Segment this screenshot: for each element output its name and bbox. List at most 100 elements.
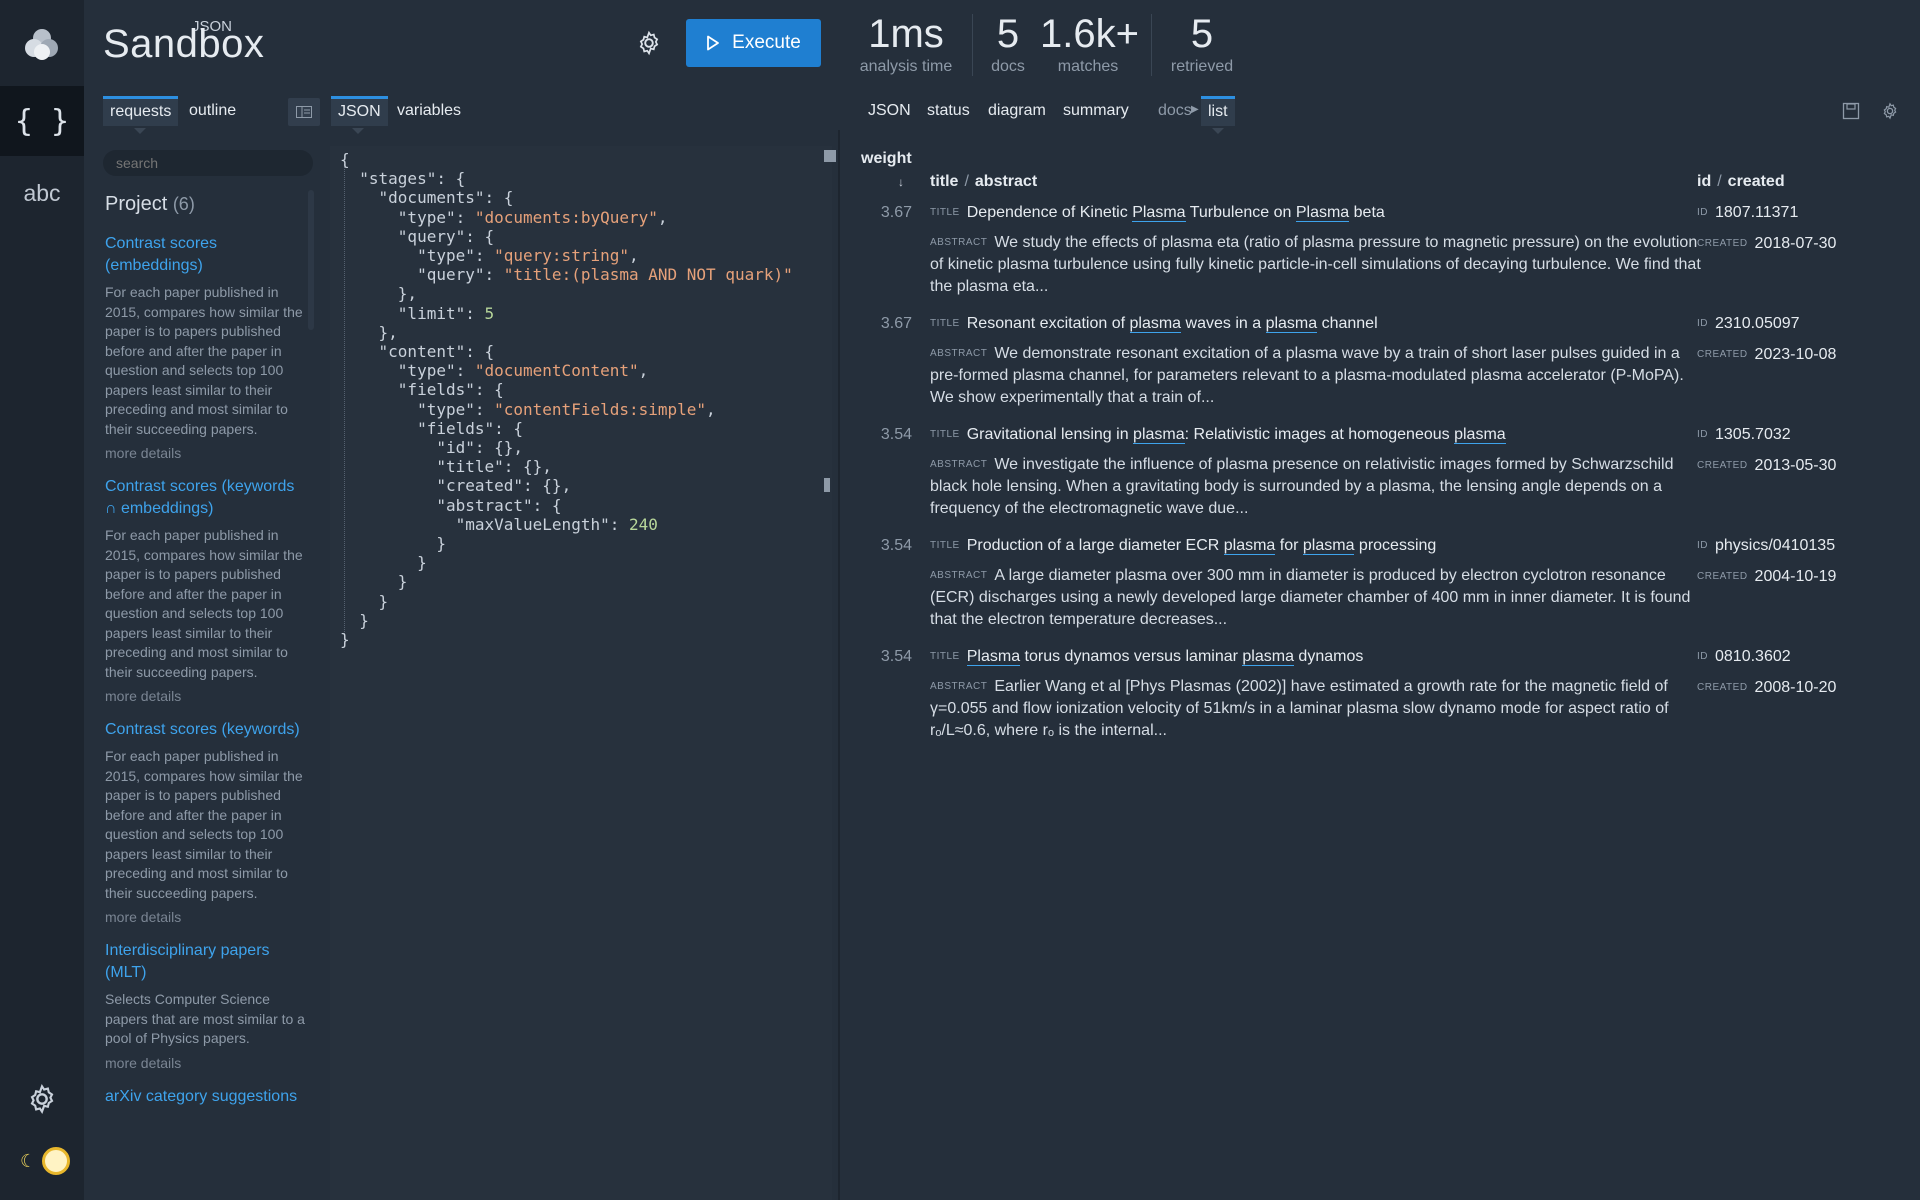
project-item-title[interactable]: Contrast scores (keywords) [105, 719, 305, 741]
stat-label: matches [1057, 58, 1119, 75]
result-abstract: ABSTRACT We investigate the influence of … [930, 456, 1674, 517]
result-id: ID 2310.05097 [1697, 315, 1800, 332]
match-highlight: plasma [1133, 426, 1185, 444]
project-item: arXiv category suggestions [105, 1086, 305, 1108]
play-icon [707, 35, 720, 51]
col-weight[interactable]: weight [861, 150, 912, 168]
stat-value: 1ms [868, 12, 944, 56]
app-rail: { } abc ☾ [0, 0, 84, 1200]
abstract-label: ABSTRACT [930, 570, 988, 581]
col-title-abstract[interactable]: title / abstract [930, 173, 1037, 191]
project-item-desc: Selects Computer Science papers that are… [105, 991, 305, 1046]
tab-pointer [1212, 128, 1224, 134]
result-title: TITLE Production of a large diameter ECR … [930, 537, 1437, 555]
stat-label: retrieved [1170, 58, 1234, 75]
project-item-title[interactable]: Interdisciplinary papers (MLT) [105, 940, 305, 984]
id-label: ID [1697, 207, 1708, 218]
result-id: ID 0810.3602 [1697, 648, 1791, 665]
stat-label: docs [991, 58, 1025, 75]
results-settings-icon[interactable] [1881, 102, 1899, 120]
col-id-created[interactable]: id / created [1697, 173, 1785, 191]
title-label: TITLE [930, 207, 960, 218]
tab-list[interactable]: list [1201, 96, 1235, 126]
panel-toggle[interactable] [288, 98, 320, 126]
result-abstract: ABSTRACT A large diameter plasma over 300… [930, 567, 1691, 628]
app-logo[interactable] [0, 0, 84, 88]
result-abstract: ABSTRACT We study the effects of plasma e… [930, 234, 1701, 295]
stat-docs: 5 docs [983, 12, 1033, 76]
result-title: TITLE Gravitational lensing in plasma: Re… [930, 426, 1506, 444]
editor-fold-marker [824, 150, 836, 162]
stat-divider [972, 14, 973, 76]
more-details-link[interactable]: more details [105, 1055, 305, 1071]
tab-result-json[interactable]: JSON [861, 96, 918, 126]
tab-docs[interactable]: docs [1151, 96, 1192, 126]
project-item-desc: For each paper published in 2015, compar… [105, 284, 303, 437]
settings-gear-icon[interactable] [636, 30, 662, 56]
id-label: ID [1697, 318, 1708, 329]
tab-pointer [134, 128, 146, 134]
rail-text-sandbox[interactable]: abc [0, 158, 84, 228]
result-created: CREATED 2013-05-30 [1697, 457, 1837, 474]
title-label: TITLE [930, 429, 960, 440]
result-created: CREATED 2023-10-08 [1697, 346, 1837, 363]
tab-status[interactable]: status [920, 96, 977, 126]
project-item-title[interactable]: Contrast scores (keywords ∩ embeddings) [105, 476, 305, 520]
result-created: CREATED 2004-10-19 [1697, 568, 1837, 585]
match-highlight: plasma [1302, 537, 1355, 555]
project-item-title[interactable]: arXiv category suggestions [105, 1086, 305, 1108]
result-id: ID physics/0410135 [1697, 537, 1836, 554]
match-highlight: plasma [1129, 315, 1182, 333]
result-abstract: ABSTRACT We demonstrate resonant excitati… [930, 345, 1684, 406]
execute-label: Execute [732, 32, 801, 53]
tab-diagram[interactable]: diagram [981, 96, 1053, 126]
project-item: Contrast scores (keywords) For each pape… [105, 719, 305, 925]
title-label: TITLE [930, 318, 960, 329]
tab-summary[interactable]: summary [1056, 96, 1136, 126]
theme-toggle[interactable]: ☾ [20, 1147, 71, 1175]
project-title: Project (6) [105, 193, 195, 216]
tab-variables[interactable]: variables [390, 96, 468, 126]
abstract-label: ABSTRACT [930, 237, 988, 248]
sort-desc-icon: ↓ [898, 175, 904, 189]
match-highlight: plasma [1454, 426, 1506, 444]
project-item-desc: For each paper published in 2015, compar… [105, 748, 303, 901]
gear-icon[interactable] [26, 1083, 58, 1115]
project-label: Project [105, 193, 168, 215]
match-highlight: Plasma [966, 648, 1021, 666]
save-icon[interactable] [1842, 102, 1860, 120]
match-highlight: plasma [1242, 648, 1294, 666]
stat-matches: 1.6k+ matches [1040, 12, 1139, 76]
project-item-desc: For each paper published in 2015, compar… [105, 527, 303, 680]
project-item: Contrast scores (embeddings) For each pa… [105, 233, 305, 461]
match-highlight: plasma [1223, 537, 1276, 555]
result-weight: 3.67 [880, 204, 912, 221]
match-highlight: plasma [1265, 315, 1318, 333]
tab-outline[interactable]: outline [182, 96, 243, 126]
stat-divider [1151, 14, 1152, 76]
abstract-label: ABSTRACT [930, 681, 988, 692]
more-details-link[interactable]: more details [105, 909, 305, 925]
editor-scroll-thumb[interactable] [824, 478, 830, 492]
result-title: TITLE Plasma torus dynamos versus laminar… [930, 648, 1364, 666]
title-label: TITLE [930, 540, 960, 551]
result-title: TITLE Resonant excitation of plasma waves… [930, 315, 1378, 333]
execute-button[interactable]: Execute [686, 19, 821, 67]
tab-json-editor[interactable]: JSON [331, 96, 388, 126]
project-item-title[interactable]: Contrast scores (embeddings) [105, 233, 305, 277]
stat-retrieved: 5 retrieved [1164, 12, 1240, 76]
more-details-link[interactable]: more details [105, 688, 305, 704]
json-code[interactable]: { "stages": { "documents": { "type": "do… [340, 150, 793, 649]
created-label: CREATED [1697, 460, 1748, 471]
search-input[interactable] [103, 150, 313, 176]
created-label: CREATED [1697, 571, 1748, 582]
created-label: CREATED [1697, 682, 1748, 693]
more-details-link[interactable]: more details [105, 445, 305, 461]
logo-icon [25, 29, 58, 60]
rail-json-sandbox[interactable]: { } [0, 86, 84, 156]
sun-icon [42, 1147, 71, 1175]
col-id: id [1697, 173, 1712, 190]
stat-value: 5 [1190, 12, 1214, 56]
left-scrollbar[interactable] [308, 190, 314, 330]
tab-requests[interactable]: requests [103, 96, 179, 126]
